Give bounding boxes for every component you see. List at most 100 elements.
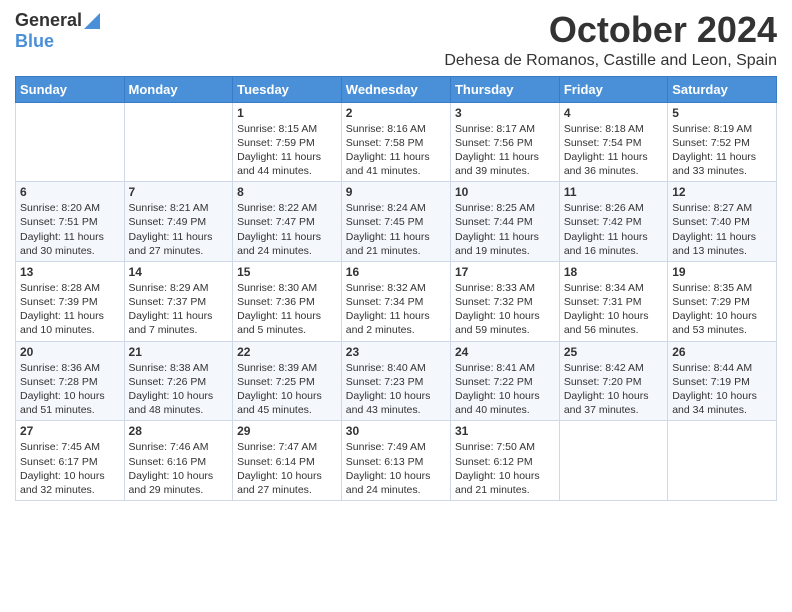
day-number: 3 [455,106,555,120]
day-info: Sunrise: 8:29 AMSunset: 7:37 PMDaylight:… [129,281,229,338]
day-number: 15 [237,265,337,279]
calendar-cell: 23 Sunrise: 8:40 AMSunset: 7:23 PMDayligh… [341,341,450,421]
weekday-header: Friday [559,76,667,102]
calendar-cell: 24Sunrise: 8:41 AMSunset: 7:22 PMDayligh… [450,341,559,421]
day-number: 6 [20,185,120,199]
calendar-cell [16,102,125,182]
day-info: Sunrise: 8:16 AMSunset: 7:58 PMDaylight:… [346,122,446,179]
day-number: 8 [237,185,337,199]
calendar-cell: 22 Sunrise: 8:39 AMSunset: 7:25 PMDayligh… [233,341,342,421]
day-info: Sunrise: 7:50 AMSunset: 6:12 PMDaylight:… [455,440,555,497]
day-info: Sunrise: 7:47 AMSunset: 6:14 PMDaylight:… [237,440,337,497]
day-number: 30 [346,424,446,438]
day-info: Sunrise: 8:24 AMSunset: 7:45 PMDaylight:… [346,201,446,258]
calendar-cell: 25Sunrise: 8:42 AMSunset: 7:20 PMDayligh… [559,341,667,421]
day-info: Sunrise: 8:33 AMSunset: 7:32 PMDaylight:… [455,281,555,338]
calendar-cell: 5Sunrise: 8:19 AMSunset: 7:52 PMDaylight… [668,102,777,182]
day-info: Sunrise: 8:34 AMSunset: 7:31 PMDaylight:… [564,281,663,338]
day-number: 21 [129,345,229,359]
calendar-table: SundayMondayTuesdayWednesdayThursdayFrid… [15,76,777,501]
logo-triangle-icon [84,13,100,29]
day-number: 27 [20,424,120,438]
day-number: 25 [564,345,663,359]
calendar-week-row: 6 Sunrise: 8:20 AMSunset: 7:51 PMDaylight… [16,182,777,262]
logo: General Blue [15,10,100,52]
calendar-cell [559,421,667,501]
calendar-cell: 21Sunrise: 8:38 AMSunset: 7:26 PMDayligh… [124,341,233,421]
day-info: Sunrise: 8:40 AMSunset: 7:23 PMDaylight:… [346,361,446,418]
day-number: 10 [455,185,555,199]
calendar-cell: 2 Sunrise: 8:16 AMSunset: 7:58 PMDaylight… [341,102,450,182]
day-number: 11 [564,185,663,199]
day-number: 4 [564,106,663,120]
calendar-cell: 4 Sunrise: 8:18 AMSunset: 7:54 PMDaylight… [559,102,667,182]
calendar-cell: 28 Sunrise: 7:46 AMSunset: 6:16 PMDayligh… [124,421,233,501]
day-info: Sunrise: 8:17 AMSunset: 7:56 PMDaylight:… [455,122,555,179]
weekday-header: Sunday [16,76,125,102]
weekday-header: Thursday [450,76,559,102]
day-number: 17 [455,265,555,279]
calendar-cell: 14Sunrise: 8:29 AMSunset: 7:37 PMDayligh… [124,261,233,341]
calendar-cell: 13 Sunrise: 8:28 AMSunset: 7:39 PMDayligh… [16,261,125,341]
calendar-week-row: 27 Sunrise: 7:45 AMSunset: 6:17 PMDayligh… [16,421,777,501]
calendar-cell: 30 Sunrise: 7:49 AMSunset: 6:13 PMDayligh… [341,421,450,501]
day-info: Sunrise: 8:15 AMSunset: 7:59 PMDaylight:… [237,122,337,179]
day-info: Sunrise: 8:39 AMSunset: 7:25 PMDaylight:… [237,361,337,418]
day-info: Sunrise: 7:49 AMSunset: 6:13 PMDaylight:… [346,440,446,497]
calendar-cell: 20Sunrise: 8:36 AMSunset: 7:28 PMDayligh… [16,341,125,421]
day-info: Sunrise: 8:27 AMSunset: 7:40 PMDaylight:… [672,201,772,258]
calendar-cell: 17 Sunrise: 8:33 AMSunset: 7:32 PMDayligh… [450,261,559,341]
weekday-header: Saturday [668,76,777,102]
location-title: Dehesa de Romanos, Castille and Leon, Sp… [444,52,777,70]
calendar-week-row: 1 Sunrise: 8:15 AMSunset: 7:59 PMDaylight… [16,102,777,182]
calendar-cell: 26Sunrise: 8:44 AMSunset: 7:19 PMDayligh… [668,341,777,421]
day-info: Sunrise: 8:41 AMSunset: 7:22 PMDaylight:… [455,361,555,418]
calendar-cell [124,102,233,182]
day-number: 31 [455,424,555,438]
page-header: General Blue October 2024 Dehesa de Roma… [15,10,777,70]
day-number: 7 [129,185,229,199]
calendar-cell: 8 Sunrise: 8:22 AMSunset: 7:47 PMDaylight… [233,182,342,262]
day-info: Sunrise: 8:26 AMSunset: 7:42 PMDaylight:… [564,201,663,258]
day-info: Sunrise: 8:21 AMSunset: 7:49 PMDaylight:… [129,201,229,258]
weekday-header: Wednesday [341,76,450,102]
calendar-cell: 29 Sunrise: 7:47 AMSunset: 6:14 PMDayligh… [233,421,342,501]
day-number: 1 [237,106,337,120]
calendar-cell: 31 Sunrise: 7:50 AMSunset: 6:12 PMDayligh… [450,421,559,501]
day-number: 23 [346,345,446,359]
day-number: 29 [237,424,337,438]
month-title: October 2024 [444,10,777,50]
calendar-cell [668,421,777,501]
day-info: Sunrise: 8:22 AMSunset: 7:47 PMDaylight:… [237,201,337,258]
calendar-week-row: 20Sunrise: 8:36 AMSunset: 7:28 PMDayligh… [16,341,777,421]
calendar-cell: 6 Sunrise: 8:20 AMSunset: 7:51 PMDaylight… [16,182,125,262]
calendar-cell: 3 Sunrise: 8:17 AMSunset: 7:56 PMDaylight… [450,102,559,182]
calendar-week-row: 13 Sunrise: 8:28 AMSunset: 7:39 PMDayligh… [16,261,777,341]
calendar-cell: 11 Sunrise: 8:26 AMSunset: 7:42 PMDayligh… [559,182,667,262]
day-info: Sunrise: 8:20 AMSunset: 7:51 PMDaylight:… [20,201,120,258]
day-number: 9 [346,185,446,199]
day-number: 13 [20,265,120,279]
weekday-header: Tuesday [233,76,342,102]
day-number: 26 [672,345,772,359]
logo-blue: Blue [15,31,54,52]
day-number: 28 [129,424,229,438]
calendar-cell: 1 Sunrise: 8:15 AMSunset: 7:59 PMDaylight… [233,102,342,182]
day-number: 20 [20,345,120,359]
calendar-cell: 19 Sunrise: 8:35 AMSunset: 7:29 PMDayligh… [668,261,777,341]
day-info: Sunrise: 8:18 AMSunset: 7:54 PMDaylight:… [564,122,663,179]
day-info: Sunrise: 7:45 AMSunset: 6:17 PMDaylight:… [20,440,120,497]
day-info: Sunrise: 8:30 AMSunset: 7:36 PMDaylight:… [237,281,337,338]
day-number: 16 [346,265,446,279]
day-number: 22 [237,345,337,359]
day-info: Sunrise: 8:35 AMSunset: 7:29 PMDaylight:… [672,281,772,338]
day-number: 19 [672,265,772,279]
day-info: Sunrise: 7:46 AMSunset: 6:16 PMDaylight:… [129,440,229,497]
day-number: 2 [346,106,446,120]
calendar-cell: 12Sunrise: 8:27 AMSunset: 7:40 PMDayligh… [668,182,777,262]
day-info: Sunrise: 8:28 AMSunset: 7:39 PMDaylight:… [20,281,120,338]
calendar-cell: 15 Sunrise: 8:30 AMSunset: 7:36 PMDayligh… [233,261,342,341]
logo-general: General [15,10,82,31]
day-number: 18 [564,265,663,279]
calendar-cell: 27 Sunrise: 7:45 AMSunset: 6:17 PMDayligh… [16,421,125,501]
